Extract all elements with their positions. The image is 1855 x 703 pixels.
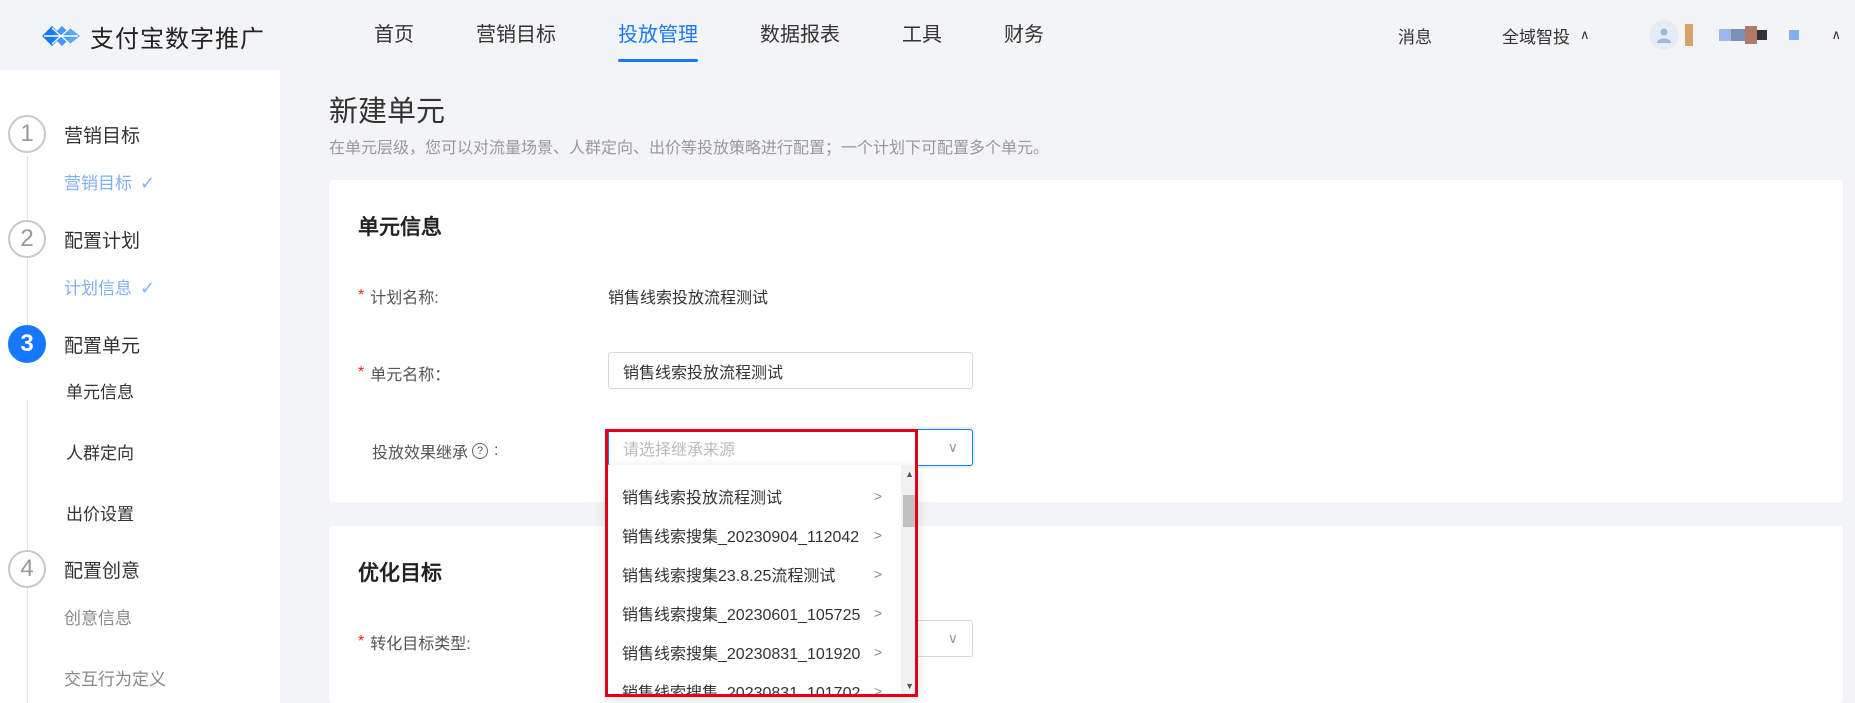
logo[interactable]: 支付宝数字推广 (40, 18, 265, 54)
step-1-sub-marketing-goal[interactable]: 营销目标 ✓ (64, 169, 155, 194)
dropdown-option[interactable]: 销售线索搜集_20230831_101920 > (606, 633, 898, 671)
inherit-label-text: 投放效果继承 (372, 445, 469, 462)
check-icon: ✓ (140, 278, 156, 298)
conversion-type-label-text: 转化目标类型: (370, 636, 471, 653)
chevron-right-icon: > (873, 605, 882, 621)
step-4-title: 配置创意 (64, 560, 141, 582)
step-3-sub-audience[interactable]: 人群定向 (66, 439, 134, 464)
dropdown-option[interactable]: 销售线索搜集23.8.25流程测试 > (606, 555, 898, 593)
chevron-right-icon: > (873, 488, 882, 504)
user-icon (1657, 28, 1672, 43)
option-label: 销售线索搜集_20230831_101702 (622, 685, 861, 695)
required-mark: * (358, 287, 365, 304)
scroll-up-icon[interactable]: ▲ (905, 469, 914, 479)
conversion-type-label: * 转化目标类型: (358, 630, 471, 654)
nav-campaign-management[interactable]: 投放管理 (618, 0, 698, 70)
dropdown-option[interactable]: 销售线索投放流程测试 > (606, 477, 898, 515)
option-label: 销售线索搜集_20230601_105725 (622, 607, 861, 624)
top-navbar: 支付宝数字推广 首页 营销目标 投放管理 数据报表 工具 财务 消息 全域智投 … (0, 0, 1855, 70)
logo-text: 支付宝数字推广 (90, 25, 265, 53)
nav-marketing-goal[interactable]: 营销目标 (476, 0, 556, 70)
inherit-label-colon: : (494, 442, 499, 459)
page-title: 新建单元 (329, 96, 446, 128)
unit-name-input[interactable]: 销售线索投放流程测试 (608, 352, 973, 389)
dropdown-option[interactable]: 销售线索搜集_20230904_112042 > (606, 516, 898, 554)
unit-name-label-text: 单元名称： (370, 367, 451, 384)
step-2-number: 2 (8, 220, 46, 258)
chevron-down-icon: ∨ (947, 439, 958, 455)
sub-label: 营销目标 (64, 174, 132, 193)
chevron-up-icon[interactable]: ∧ (1831, 27, 1841, 43)
chevron-down-icon: ∨ (947, 630, 958, 646)
step-4-number: 4 (8, 550, 46, 588)
step-3: 3 配置单元 (8, 325, 140, 363)
inherit-label: 投放效果继承 ? : (372, 439, 498, 463)
top-right-area: 消息 全域智投 ∧ ∧ (1398, 0, 1855, 70)
inherit-source-placeholder: 请选择继承来源 (623, 441, 736, 459)
step-2: 2 配置计划 (8, 220, 140, 258)
account-switch[interactable]: 全域智投 ∧ (1502, 23, 1590, 48)
redacted-username (1685, 24, 1817, 46)
step-2-sub-plan-info[interactable]: 计划信息 ✓ (64, 274, 155, 299)
nav-tools[interactable]: 工具 (902, 0, 942, 70)
step-4-sub-creative-info[interactable]: 创意信息 (64, 604, 132, 629)
step-3-number: 3 (8, 325, 46, 363)
unit-info-title: 单元信息 (358, 216, 442, 239)
nav-finance[interactable]: 财务 (1004, 0, 1044, 70)
nav-data-reports[interactable]: 数据报表 (760, 0, 840, 70)
step-3-sub-unit-info[interactable]: 单元信息 (66, 378, 134, 403)
chevron-up-icon: ∧ (1579, 27, 1590, 42)
help-question-icon[interactable]: ? (472, 443, 489, 459)
inherit-source-dropdown: 销售线索投放流程测试 > 销售线索搜集_20230904_112042 > 销售线索… (606, 465, 917, 695)
steps-sidebar: 1 营销目标 营销目标 ✓ 2 配置计划 计划信息 ✓ 3 配置单元 单元信息 人群… (0, 70, 280, 703)
step-2-title: 配置计划 (64, 230, 141, 252)
messages-link[interactable]: 消息 (1398, 23, 1432, 48)
optimize-target-card: 优化目标 * 转化目标类型: ∨ (329, 526, 1843, 703)
option-label: 销售线索投放流程测试 (622, 490, 783, 507)
plan-name-label-text: 计划名称: (370, 290, 439, 307)
chevron-right-icon: > (873, 566, 882, 582)
step-1-title: 营销目标 (64, 125, 141, 147)
dropdown-option[interactable]: 销售线索搜集_20230831_101702 > (606, 672, 898, 695)
nav-home[interactable]: 首页 (374, 0, 414, 70)
alipay-logo-icon (42, 26, 80, 46)
page-description: 在单元层级，您可以对流量场景、人群定向、出价等投放策略进行配置；一个计划下可配置… (329, 140, 1050, 157)
dropdown-option[interactable]: 销售线索搜集_20230601_105725 > (606, 594, 898, 632)
unit-name-label: * 单元名称： (358, 361, 450, 385)
step-4: 4 配置创意 (8, 550, 140, 588)
account-switch-label: 全域智投 (1501, 27, 1570, 47)
chevron-right-icon: > (873, 527, 882, 543)
user-avatar[interactable] (1649, 20, 1680, 50)
check-icon: ✓ (140, 173, 156, 193)
unit-info-card: 单元信息 * 计划名称: 销售线索投放流程测试 * 单元名称： 销售线索投放流程… (329, 180, 1843, 502)
option-label: 销售线索搜集_20230831_101920 (622, 646, 861, 663)
chevron-right-icon: > (873, 644, 882, 660)
scroll-down-icon[interactable]: ▼ (905, 681, 914, 691)
required-mark: * (358, 633, 365, 650)
step-3-title: 配置单元 (64, 335, 141, 357)
required-mark: * (358, 364, 365, 381)
sub-label: 计划信息 (64, 279, 132, 298)
optimize-target-title: 优化目标 (358, 562, 442, 585)
option-label: 销售线索搜集_20230904_112042 (622, 529, 860, 546)
dropdown-scrollbar[interactable]: ▲ ▼ (901, 465, 917, 695)
inherit-source-select[interactable]: 请选择继承来源 ∨ (608, 429, 973, 466)
step-1: 1 营销目标 (8, 115, 140, 153)
plan-name-label: * 计划名称: (358, 284, 439, 308)
scrollbar-thumb[interactable] (903, 495, 915, 527)
step-4-sub-interaction-definition[interactable]: 交互行为定义 (64, 665, 166, 690)
plan-name-value: 销售线索投放流程测试 (608, 290, 769, 307)
main-nav: 首页 营销目标 投放管理 数据报表 工具 财务 (374, 0, 1106, 70)
step-3-sub-bid-settings[interactable]: 出价设置 (66, 500, 134, 525)
option-label: 销售线索搜集23.8.25流程测试 (622, 568, 836, 585)
step-1-number: 1 (8, 115, 46, 153)
chevron-right-icon: > (873, 683, 882, 695)
